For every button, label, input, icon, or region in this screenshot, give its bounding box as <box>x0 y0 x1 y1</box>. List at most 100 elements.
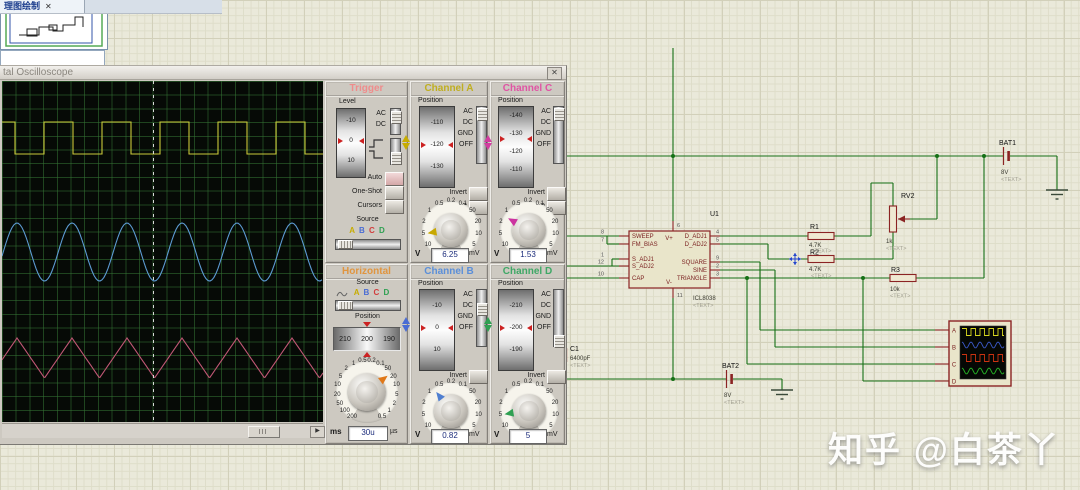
channel-d-letter: D <box>378 226 386 235</box>
knob-scale-value: 5 <box>395 391 399 398</box>
auto-button[interactable] <box>385 172 404 186</box>
ac-label: AC <box>541 108 551 115</box>
tick: -210 <box>509 302 523 309</box>
marker-left-icon <box>500 136 505 142</box>
channel-c-coupling-slider[interactable] <box>553 106 565 164</box>
scrollbar-thumb[interactable] <box>248 426 280 438</box>
pin-number: 4 <box>716 230 719 236</box>
position-label: Position <box>498 280 523 287</box>
component-r3[interactable]: R3 10k <TEXT> <box>889 267 917 300</box>
r1-ref: R1 <box>810 224 819 231</box>
tick: -110 <box>430 119 444 126</box>
knob-scale-value: 1 <box>427 208 432 214</box>
bat1-text: <TEXT> <box>1001 177 1021 183</box>
channel-d-letter: D <box>383 288 391 297</box>
channel-c-position-arrows-icon[interactable] <box>484 134 492 151</box>
knob-scale-value: 0.1 <box>458 381 467 388</box>
pin-name: V- <box>666 280 672 286</box>
component-u1-icl8038[interactable]: U1 ICL8038 <TEXT> SWEEP 8 FM_BIAS 7 S_ADJ1 1 S… <box>598 211 719 309</box>
schematic-canvas[interactable]: 理图绘制 ✕ U1 ICL8038 <TEXT> SWEEP 8 FM_BIAS 7 S_… <box>0 0 1080 490</box>
channel-d-position-slider[interactable]: -210 -200 -190 <box>498 289 534 371</box>
channel-a-position-arrows-icon[interactable] <box>402 134 410 151</box>
horizontal-source-slider[interactable] <box>335 300 401 311</box>
knob-scale-value: 2 <box>422 218 426 225</box>
horizontal-position-display[interactable]: 210 200 190 <box>333 327 401 351</box>
bat1-value: 8V <box>1001 170 1008 176</box>
knob-face[interactable] <box>434 213 468 247</box>
ground-symbol-1[interactable] <box>1046 189 1068 200</box>
ground-symbol-2[interactable] <box>771 389 793 400</box>
channel-c-position-slider[interactable]: -140 -130 -120 -110 <box>498 106 534 188</box>
window-titlebar[interactable]: tal Oscilloscope ✕ <box>0 66 566 80</box>
channel-d-position-arrows-icon[interactable] <box>484 316 492 333</box>
u1-ref: U1 <box>710 211 719 218</box>
horizontal-source-channels: A B C D <box>340 288 404 297</box>
channel-b-title: Channel B <box>411 265 487 279</box>
pin-number: 10 <box>598 272 604 278</box>
marker-left-icon <box>500 325 505 331</box>
knob-face[interactable] <box>512 394 546 428</box>
channel-a-letter: A <box>353 288 361 297</box>
pin-name: FM_BIAS <box>632 242 658 248</box>
channel-a-invert-button[interactable] <box>469 187 488 201</box>
channel-d-coupling-slider[interactable] <box>553 289 565 348</box>
position-value: 200 <box>361 335 373 343</box>
knob-scale-value: 2 <box>499 399 503 406</box>
oscilloscope-window[interactable]: tal Oscilloscope ✕ ▶ Trigger Level -10 0… <box>0 65 567 445</box>
cursors-button[interactable] <box>385 200 404 214</box>
pin-number: 9 <box>716 256 719 262</box>
channel-b-position-slider[interactable]: -10 0 10 <box>419 289 455 371</box>
component-scope-probe[interactable]: A B C D <box>948 320 1012 387</box>
component-rv2-pot[interactable]: RV2 1k <TEXT> <box>886 193 915 252</box>
c1-text: <TEXT> <box>570 363 590 369</box>
trigger-source-slider[interactable] <box>335 239 401 250</box>
pin-number: 2 <box>716 264 719 270</box>
trigger-edge-slider[interactable] <box>390 138 402 165</box>
position-value: 210 <box>339 335 351 343</box>
pin-number: 8 <box>601 230 604 236</box>
u1-value: ICL8038 <box>693 296 716 302</box>
channel-c-panel: Channel C Position -140 -130 -120 -110 A… <box>490 81 566 263</box>
knob-scale-value: 10 <box>552 411 559 418</box>
c1-value: 6400pF <box>570 356 591 362</box>
channel-a-position-slider[interactable]: -110 -120 -130 <box>419 106 455 188</box>
channel-d-value: 5 <box>509 429 547 444</box>
knob-scale-value: 2 <box>344 366 348 373</box>
ac-label: AC <box>463 108 473 115</box>
rv2-text: <TEXT> <box>886 246 906 252</box>
gnd-label: GND <box>535 130 551 137</box>
trigger-coupling-slider[interactable] <box>390 108 402 135</box>
trace-channel-a-square <box>2 121 323 155</box>
horizontal-title: Horizontal <box>326 265 407 279</box>
trigger-level-slider[interactable]: -10 0 10 <box>336 108 366 178</box>
gnd-label: GND <box>535 313 551 320</box>
tick: -190 <box>509 346 523 353</box>
tick: -110 <box>509 166 523 173</box>
trigger-source-label: Source <box>356 216 379 223</box>
window-close-button[interactable]: ✕ <box>547 67 562 80</box>
channel-a-title: Channel A <box>411 82 487 96</box>
trigger-ac-label: AC <box>376 110 386 117</box>
knob-scale-value: 10 <box>475 230 482 237</box>
scope-scrollbar[interactable]: ▶ <box>2 423 325 438</box>
timebase-knob[interactable]: 200 100 50 20 10 5 2 1 0.5 0.2 0.1 50 20 10 5 2 1 0.5 <box>327 358 407 425</box>
position-value: 190 <box>383 335 395 343</box>
component-bat2[interactable]: BAT2 8V <TEXT> <box>722 363 744 406</box>
off-label: OFF <box>459 141 473 148</box>
knob-scale-value: 50 <box>546 389 553 395</box>
knob-scale-value: 2 <box>422 399 426 406</box>
channel-a-panel: Channel A Position -110 -120 -130 AC DC … <box>410 81 488 263</box>
pin-name: TRIANGLE <box>677 276 707 282</box>
pin-name: SINE <box>693 268 707 274</box>
channel-b-position-arrows-icon[interactable] <box>402 316 410 333</box>
tick: -10 <box>346 117 356 124</box>
component-bat1[interactable]: BAT1 8V <TEXT> <box>999 140 1021 183</box>
scrollbar-right-arrow-icon[interactable]: ▶ <box>310 426 325 438</box>
tick: -120 <box>509 148 523 155</box>
scope-screen[interactable] <box>1 81 324 422</box>
one-shot-button[interactable] <box>385 186 404 200</box>
v-label: V <box>494 249 500 258</box>
channel-a-value: 6.25 <box>431 248 469 263</box>
channel-c-invert-button[interactable] <box>547 187 566 201</box>
knob-scale-value: 50 <box>384 366 392 373</box>
